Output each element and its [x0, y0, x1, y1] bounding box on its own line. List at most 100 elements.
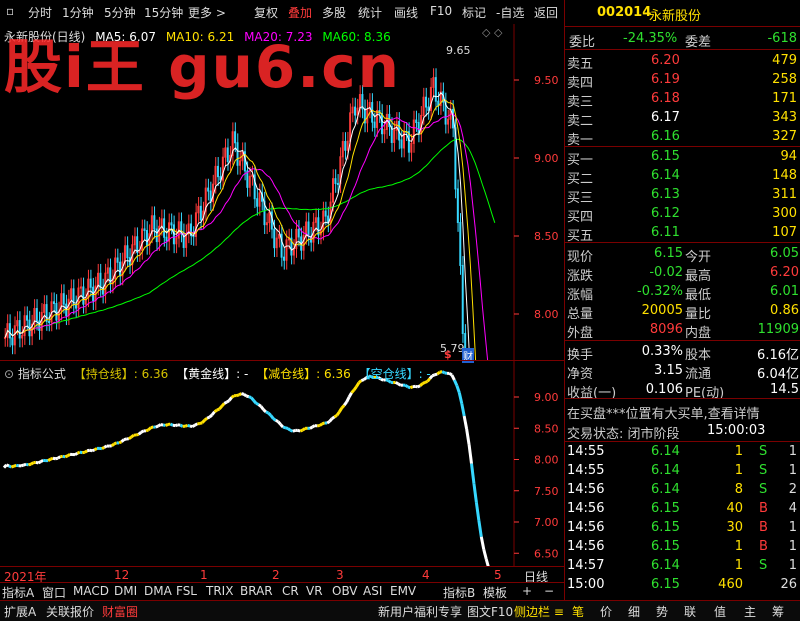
candle: [333, 179, 334, 202]
tab-trix[interactable]: TRIX: [206, 584, 233, 598]
tab-zhu[interactable]: 主: [744, 603, 756, 620]
add-tab-button[interactable]: +: [522, 584, 532, 598]
new-user-promo[interactable]: 新用户福利专享: [378, 603, 462, 620]
candle: [198, 206, 199, 212]
toolbar-more[interactable]: 更多 >: [188, 4, 226, 21]
big-order-notice[interactable]: 在买盘***位置有大买单,查看详情: [567, 403, 760, 422]
tab-emv[interactable]: EMV: [390, 584, 416, 598]
bid-label: 买三: [567, 187, 593, 206]
indicator-line-segment: [396, 382, 398, 383]
candle: [235, 132, 236, 143]
y-tick-label: 6.50: [534, 547, 559, 560]
indicator-line-segment: [354, 387, 356, 390]
indicator-line-segment: [435, 374, 437, 375]
tab-asi[interactable]: ASI: [363, 584, 382, 598]
bid-price: 6.15: [651, 149, 680, 164]
tab-bi[interactable]: 笔: [572, 603, 584, 620]
candle: [286, 240, 287, 260]
tab-macd[interactable]: MACD: [73, 584, 109, 598]
tick-volume: 460: [718, 577, 743, 592]
tab-template[interactable]: 模板: [483, 584, 507, 601]
bid-row: 买四6.12300: [565, 205, 800, 224]
toolbar-tongji[interactable]: 统计: [358, 4, 382, 21]
stat-value: -0.02: [649, 265, 683, 280]
quote-panel: 002014 永新股份 委比 -24.35% 委差 -618 卖五6.20479…: [564, 0, 800, 600]
indicator-line-segment: [312, 426, 314, 427]
tab-indicator-a[interactable]: 指标A: [2, 584, 34, 601]
indicator-line-segment: [136, 434, 138, 435]
indicator-line-segment: [87, 450, 89, 451]
dropdown-icon[interactable]: ⊙: [4, 367, 14, 381]
tab-zhi[interactable]: 值: [714, 603, 726, 620]
candle: [24, 316, 25, 336]
remove-tab-button[interactable]: −: [544, 584, 554, 598]
indicator-panel[interactable]: 9.008.508.007.507.006.50 ⊙ 指标公式 【持仓线】: 6…: [0, 360, 564, 567]
toolbar-5min[interactable]: 5分钟: [104, 4, 136, 21]
y-tick-label: 9.50: [534, 74, 559, 87]
tab-vr[interactable]: VR: [306, 584, 323, 598]
toolbar-fuquan[interactable]: 复权: [254, 4, 278, 21]
tick-side: B: [759, 501, 768, 516]
tab-xi[interactable]: 细: [628, 603, 640, 620]
toolbar-15min[interactable]: 15分钟: [144, 4, 183, 21]
tick-price: 6.14: [651, 444, 680, 459]
tab-jia[interactable]: 价: [600, 603, 612, 620]
tab-window[interactable]: 窗口: [42, 584, 66, 601]
sidebar-toggle[interactable]: 侧边栏 ≡: [514, 603, 564, 620]
indicator-line-segment: [452, 375, 454, 380]
indicator-line-segment: [285, 428, 287, 429]
candle: [208, 188, 209, 191]
indicator-line-segment: [24, 464, 26, 465]
chart-settings-icons[interactable]: ◇ ◇: [482, 26, 502, 39]
tab-wealth-circle[interactable]: 财富圈: [102, 603, 138, 620]
tick-row: 14:566.151B1: [565, 538, 800, 557]
tab-lian[interactable]: 联: [684, 603, 696, 620]
tick-volume: 1: [735, 558, 743, 573]
tab-dma[interactable]: DMA: [144, 584, 172, 598]
candle: [127, 246, 128, 258]
indicator-title[interactable]: 指标公式: [18, 367, 66, 381]
toolbar-duogu[interactable]: 多股: [322, 4, 346, 21]
tab-expand-a[interactable]: 扩展A: [4, 603, 36, 620]
toolbar-fenshi[interactable]: 分时: [28, 4, 52, 21]
tab-indicator-b[interactable]: 指标B: [443, 584, 475, 601]
kline-chart-panel[interactable]: 9.509.008.508.007.507.006.506.00 永新股份(日线…: [0, 24, 564, 360]
indicator-line-segment: [129, 437, 131, 439]
indicator-item: 【黄金线】: -: [176, 367, 248, 381]
tab-related-quotes[interactable]: 关联报价: [46, 603, 94, 620]
tick-row: 14:566.148S2: [565, 481, 800, 500]
indicator-line-segment: [298, 430, 300, 431]
toolbar-huaxian[interactable]: 画线: [394, 4, 418, 21]
tick-side: B: [759, 539, 768, 554]
indicator-line-segment: [415, 386, 417, 387]
stat-row: 涨跌-0.02最高6.20: [565, 264, 800, 283]
candle: [345, 142, 346, 151]
candle: [276, 238, 277, 248]
indicator-line-segment: [90, 450, 92, 451]
square-icon[interactable]: ▫: [6, 4, 14, 18]
tab-brar[interactable]: BRAR: [240, 584, 273, 598]
indicator-line-segment: [337, 412, 339, 415]
tab-cr[interactable]: CR: [282, 584, 299, 598]
toolbar-fanhui[interactable]: 返回: [534, 4, 558, 21]
weicha-value: -618: [767, 31, 797, 46]
tab-obv[interactable]: OBV: [332, 584, 358, 598]
toolbar-biaoji[interactable]: 标记: [462, 4, 486, 21]
tab-dmi[interactable]: DMI: [114, 584, 137, 598]
stat-label: 总量: [567, 303, 593, 322]
tab-shi[interactable]: 势: [656, 603, 668, 620]
tick-side: S: [759, 482, 767, 497]
tab-chou[interactable]: 筹: [772, 603, 784, 620]
indicator-line-segment: [227, 401, 229, 403]
toolbar-diejia[interactable]: 叠加: [288, 4, 312, 21]
indicator-line-segment: [222, 403, 224, 406]
tab-fsl[interactable]: FSL: [176, 584, 197, 598]
toolbar-f10[interactable]: F10: [430, 4, 452, 18]
stat-row: 外盘8096内盘11909: [565, 321, 800, 340]
toolbar-zixuan[interactable]: -自选: [496, 4, 524, 21]
bid-row: 买二6.14148: [565, 167, 800, 186]
stat-label: 流通: [685, 363, 711, 382]
tab-f10-graphic[interactable]: 图文F10: [467, 603, 513, 620]
candle: [9, 324, 10, 338]
toolbar-1min[interactable]: 1分钟: [62, 4, 94, 21]
